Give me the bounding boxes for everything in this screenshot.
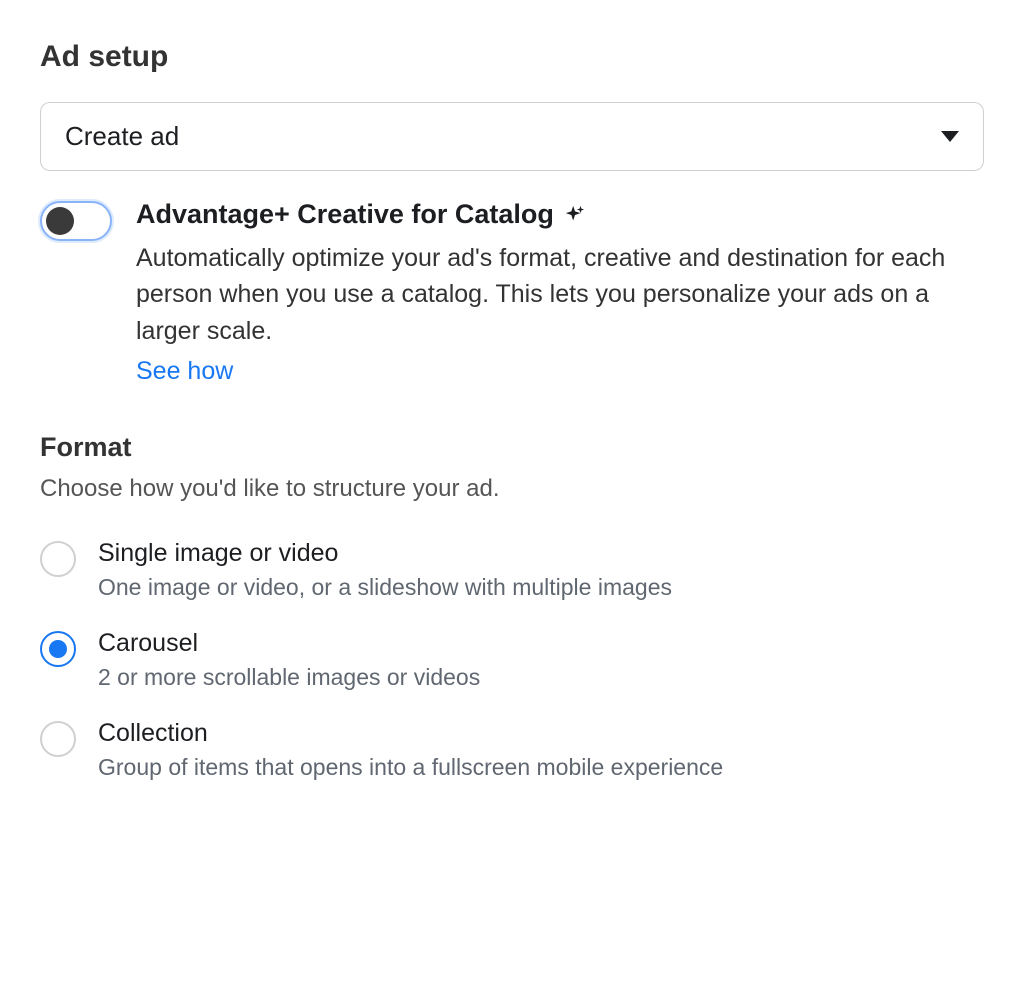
radio-icon [40,631,76,667]
advantage-creative-content: Advantage+ Creative for Catalog Automati… [136,199,984,386]
format-option-desc: 2 or more scrollable images or videos [98,664,984,691]
advantage-creative-description: Automatically optimize your ad's format,… [136,240,956,349]
format-heading: Format [40,432,984,463]
format-option-label: Collection [98,719,984,748]
format-option-label: Single image or video [98,539,984,568]
format-option-desc: Group of items that opens into a fullscr… [98,754,984,781]
radio-icon [40,721,76,757]
format-option-desc: One image or video, or a slideshow with … [98,574,984,601]
advantage-creative-toggle[interactable] [40,201,112,241]
toggle-knob [46,207,74,235]
advantage-creative-title: Advantage+ Creative for Catalog [136,199,554,230]
advantage-creative-row: Advantage+ Creative for Catalog Automati… [40,199,984,386]
format-subheading: Choose how you'd like to structure your … [40,475,984,503]
radio-icon [40,541,76,577]
format-option-label: Carousel [98,629,984,658]
sparkle-icon [564,204,586,226]
format-option-collection[interactable]: Collection Group of items that opens int… [40,719,984,781]
section-title: Ad setup [40,40,984,74]
format-radio-list: Single image or video One image or video… [40,539,984,781]
advantage-see-how-link[interactable]: See how [136,357,233,386]
chevron-down-icon [941,131,959,142]
ad-setup-dropdown[interactable]: Create ad [40,102,984,171]
format-option-carousel[interactable]: Carousel 2 or more scrollable images or … [40,629,984,691]
dropdown-selected-label: Create ad [65,121,179,152]
format-option-single-image[interactable]: Single image or video One image or video… [40,539,984,601]
